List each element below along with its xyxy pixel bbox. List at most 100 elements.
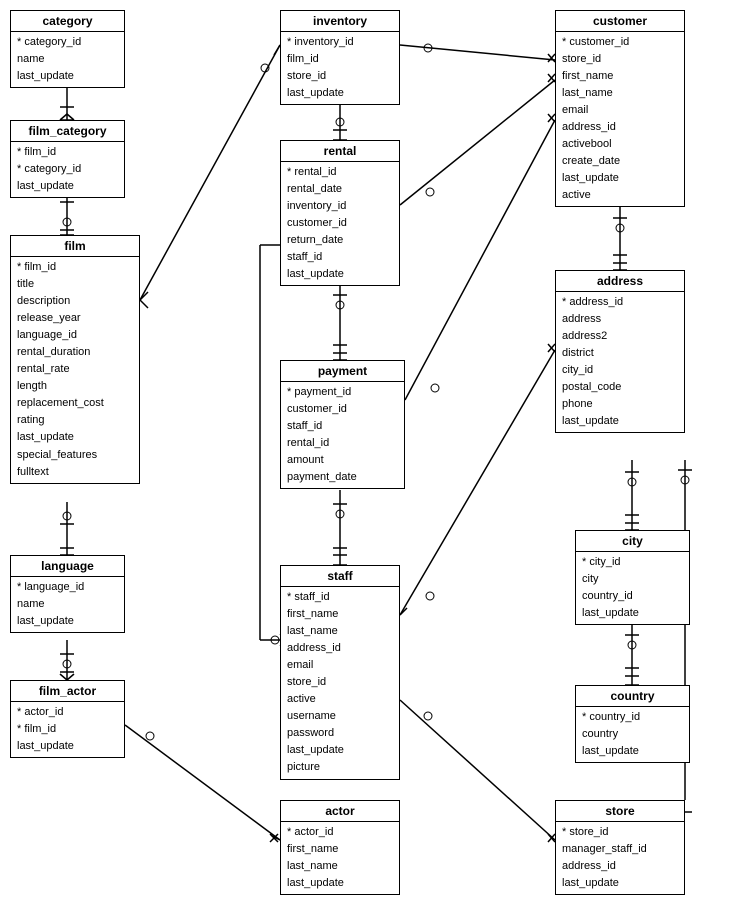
entity-header-store: store [556, 801, 684, 822]
field-customer-4: email [562, 102, 678, 119]
field-language-2: last_update [17, 613, 118, 630]
field-rental-6: last_update [287, 266, 393, 283]
field-payment-4: amount [287, 452, 398, 469]
field-film-4: language_id [17, 327, 133, 344]
entity-header-country: country [576, 686, 689, 707]
field-language-1: name [17, 596, 118, 613]
entity-body-staff: * staff_idfirst_namelast_nameaddress_ide… [281, 587, 399, 779]
field-film-0: * film_id [17, 259, 133, 276]
field-inventory-0: * inventory_id [287, 34, 393, 51]
entity-body-store: * store_idmanager_staff_idaddress_idlast… [556, 822, 684, 894]
entity-payment: payment* payment_idcustomer_idstaff_idre… [280, 360, 405, 489]
entity-header-film: film [11, 236, 139, 257]
field-address-3: district [562, 345, 678, 362]
field-film_category-0: * film_id [17, 144, 118, 161]
field-rental-5: staff_id [287, 249, 393, 266]
field-store-1: manager_staff_id [562, 841, 678, 858]
field-staff-3: address_id [287, 640, 393, 657]
field-film-2: description [17, 293, 133, 310]
entity-body-address: * address_idaddressaddress2districtcity_… [556, 292, 684, 432]
field-film_category-1: * category_id [17, 161, 118, 178]
field-customer-3: last_name [562, 85, 678, 102]
entity-body-inventory: * inventory_idfilm_idstore_idlast_update [281, 32, 399, 104]
entity-header-rental: rental [281, 141, 399, 162]
field-staff-2: last_name [287, 623, 393, 640]
field-staff-8: password [287, 725, 393, 742]
field-customer-8: last_update [562, 170, 678, 187]
field-customer-2: first_name [562, 68, 678, 85]
entity-body-rental: * rental_idrental_dateinventory_idcustom… [281, 162, 399, 285]
field-film-11: special_features [17, 447, 133, 464]
field-actor-3: last_update [287, 875, 393, 892]
field-rental-0: * rental_id [287, 164, 393, 181]
entity-header-category: category [11, 11, 124, 32]
entity-inventory: inventory* inventory_idfilm_idstore_idla… [280, 10, 400, 105]
entity-country: country* country_idcountrylast_update [575, 685, 690, 763]
entity-store: store* store_idmanager_staff_idaddress_i… [555, 800, 685, 895]
field-payment-5: payment_date [287, 469, 398, 486]
field-inventory-3: last_update [287, 85, 393, 102]
entity-body-city: * city_idcitycountry_idlast_update [576, 552, 689, 624]
entity-actor: actor* actor_idfirst_namelast_namelast_u… [280, 800, 400, 895]
field-staff-10: picture [287, 759, 393, 776]
field-address-5: postal_code [562, 379, 678, 396]
field-inventory-2: store_id [287, 68, 393, 85]
field-film-7: length [17, 378, 133, 395]
entity-body-customer: * customer_idstore_idfirst_namelast_name… [556, 32, 684, 206]
field-staff-6: active [287, 691, 393, 708]
field-address-4: city_id [562, 362, 678, 379]
entity-staff: staff* staff_idfirst_namelast_nameaddres… [280, 565, 400, 780]
field-film_actor-0: * actor_id [17, 704, 118, 721]
field-store-2: address_id [562, 858, 678, 875]
field-staff-0: * staff_id [287, 589, 393, 606]
field-payment-0: * payment_id [287, 384, 398, 401]
field-film_actor-1: * film_id [17, 721, 118, 738]
field-actor-0: * actor_id [287, 824, 393, 841]
field-rental-2: inventory_id [287, 198, 393, 215]
field-actor-2: last_name [287, 858, 393, 875]
field-city-3: last_update [582, 605, 683, 622]
entity-language: language* language_idnamelast_update [10, 555, 125, 633]
field-customer-9: active [562, 187, 678, 204]
entity-customer: customer* customer_idstore_idfirst_namel… [555, 10, 685, 207]
field-category-1: name [17, 51, 118, 68]
entity-category: category * category_idnamelast_update [10, 10, 125, 88]
field-category-0: * category_id [17, 34, 118, 51]
field-payment-1: customer_id [287, 401, 398, 418]
field-staff-7: username [287, 708, 393, 725]
entity-body-payment: * payment_idcustomer_idstaff_idrental_id… [281, 382, 404, 488]
field-film-9: rating [17, 412, 133, 429]
field-film_actor-2: last_update [17, 738, 118, 755]
entity-city: city* city_idcitycountry_idlast_update [575, 530, 690, 625]
entity-header-city: city [576, 531, 689, 552]
entity-film_category: film_category* film_id* category_idlast_… [10, 120, 125, 198]
field-category-2: last_update [17, 68, 118, 85]
field-film-10: last_update [17, 429, 133, 446]
field-customer-6: activebool [562, 136, 678, 153]
field-staff-1: first_name [287, 606, 393, 623]
field-country-0: * country_id [582, 709, 683, 726]
field-rental-1: rental_date [287, 181, 393, 198]
erd-diagram: category* category_idnamelast_updatefilm… [0, 0, 730, 920]
field-city-2: country_id [582, 588, 683, 605]
field-film-1: title [17, 276, 133, 293]
field-store-0: * store_id [562, 824, 678, 841]
entity-header-staff: staff [281, 566, 399, 587]
field-film-3: release_year [17, 310, 133, 327]
field-country-1: country [582, 726, 683, 743]
field-customer-1: store_id [562, 51, 678, 68]
field-address-6: phone [562, 396, 678, 413]
field-address-0: * address_id [562, 294, 678, 311]
entity-header-inventory: inventory [281, 11, 399, 32]
entity-body-film_actor: * actor_id* film_idlast_update [11, 702, 124, 757]
field-country-2: last_update [582, 743, 683, 760]
entity-address: address* address_idaddressaddress2distri… [555, 270, 685, 433]
field-payment-2: staff_id [287, 418, 398, 435]
entity-body-actor: * actor_idfirst_namelast_namelast_update [281, 822, 399, 894]
entity-header-film_actor: film_actor [11, 681, 124, 702]
entity-header-actor: actor [281, 801, 399, 822]
field-customer-7: create_date [562, 153, 678, 170]
field-customer-0: * customer_id [562, 34, 678, 51]
entity-header-address: address [556, 271, 684, 292]
entity-header-payment: payment [281, 361, 404, 382]
